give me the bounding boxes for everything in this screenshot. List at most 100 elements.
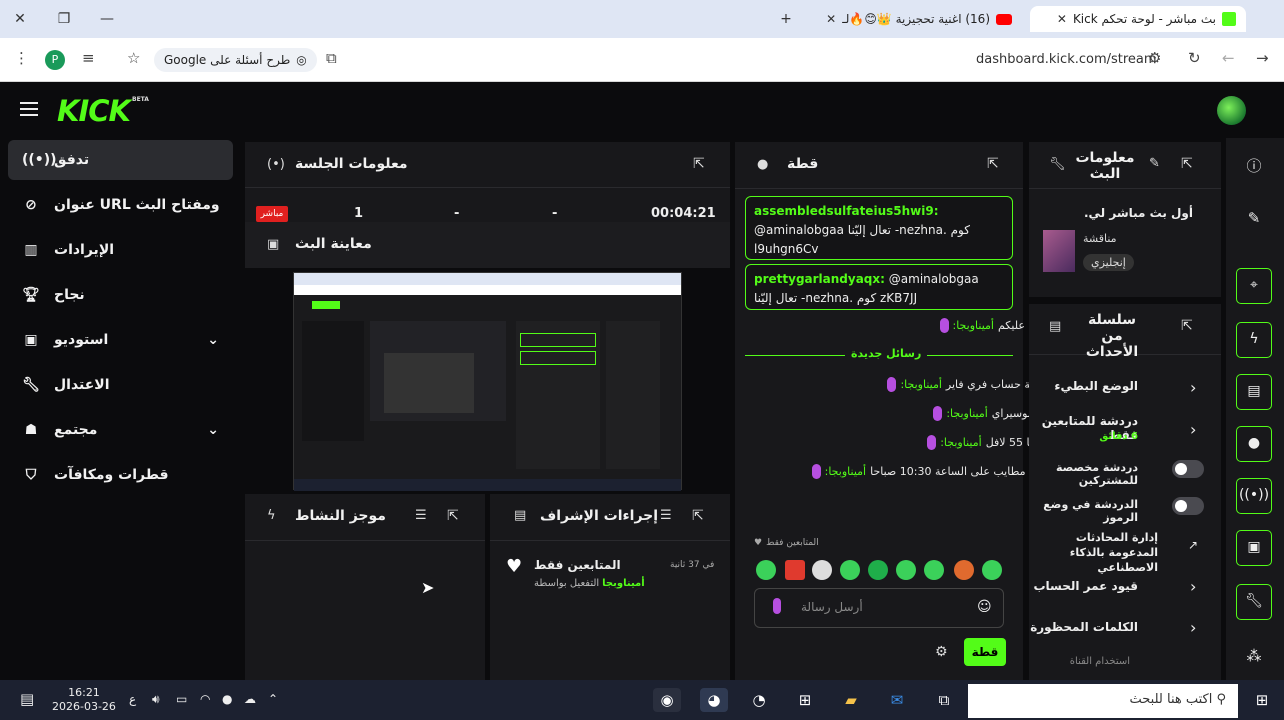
menu-dots-icon[interactable]: ⋮ — [14, 49, 29, 67]
expand-icon[interactable]: ⇱ — [692, 508, 704, 524]
chrome-icon[interactable]: ◕ — [700, 688, 728, 712]
emote-icon[interactable] — [954, 560, 974, 580]
volume-icon[interactable]: 🔊︎ — [152, 692, 160, 707]
edge-icon[interactable]: ◔ — [745, 688, 773, 712]
chevron-right-icon[interactable]: › — [1190, 378, 1196, 397]
emote-icon[interactable] — [840, 560, 860, 580]
onedrive-icon[interactable]: ☁ — [244, 692, 256, 706]
sidebar-item-stream-key[interactable]: ⊘ عنوان URL ومفتاح البث — [8, 185, 233, 225]
reading-list-icon[interactable]: ≡ — [82, 49, 95, 67]
event-row-slow-mode[interactable]: الوضع البطيء — [1030, 379, 1138, 393]
battery-icon[interactable]: ▭ — [176, 692, 187, 706]
site-settings-icon[interactable]: ⚙ — [1148, 49, 1161, 67]
edit-pencil-icon[interactable]: ✎ — [1236, 202, 1272, 234]
community-icon[interactable]: ⁂ — [1236, 640, 1272, 672]
rail-document-icon[interactable]: ▤ — [1236, 374, 1272, 410]
chat-username[interactable]: أميناوبجا: — [953, 319, 994, 332]
chat-username[interactable]: assembledsulfateius5hwi9: — [754, 204, 939, 218]
event-row-ai-moderation[interactable]: إدارة المحادثات المدعومة بالذكاء الاصطنا… — [1030, 530, 1158, 575]
task-view-icon[interactable]: ⧉ — [930, 688, 958, 712]
rail-broadcast-icon[interactable]: ((•)) — [1236, 478, 1272, 514]
rail-video-icon[interactable]: ▣ — [1236, 530, 1272, 566]
expand-icon[interactable]: ⇱ — [987, 156, 999, 172]
sidebar-item-drops[interactable]: ⛉ قطرات ومكافآت — [8, 455, 233, 495]
tab-kick-dashboard[interactable]: بث مباشر - لوحة تحكم Kick ✕ — [1030, 6, 1246, 32]
rail-lightning-icon[interactable]: ϟ — [1236, 322, 1272, 358]
new-tab-button[interactable]: + — [774, 8, 798, 30]
expand-icon[interactable]: ⇱ — [1181, 318, 1193, 334]
bookmark-star-icon[interactable]: ☆ — [127, 49, 140, 67]
chevron-right-icon[interactable]: › — [1190, 618, 1196, 637]
reload-icon[interactable]: ↻ — [1188, 49, 1201, 67]
profile-avatar[interactable]: P — [45, 50, 65, 70]
rail-wrench-icon[interactable]: 🔧︎ — [1236, 584, 1272, 620]
hamburger-menu-icon[interactable] — [20, 102, 38, 116]
category-thumbnail[interactable] — [1043, 230, 1075, 272]
chat-username[interactable]: أميناوبجا: — [825, 465, 866, 478]
emote-icon[interactable] — [785, 560, 805, 580]
kick-logo[interactable]: KICK — [57, 94, 131, 128]
close-window-icon[interactable]: ✕ — [8, 8, 32, 30]
minimize-window-icon[interactable]: — — [95, 8, 119, 30]
rail-chat-icon[interactable]: ● — [1236, 426, 1272, 462]
tab-youtube[interactable]: (16) اغنية تحجيزية 👑😊🔥لـ ✕ — [806, 6, 1022, 32]
taskbar-search-input[interactable]: ⚲ اكتب هنا للبحث — [968, 684, 1238, 718]
emote-icon[interactable] — [868, 560, 888, 580]
sidebar-item-moderation[interactable]: 🔧︎ الاعتدال — [8, 365, 233, 405]
category-name[interactable]: مناقشة — [1083, 232, 1117, 245]
expand-icon[interactable]: ⇱ — [447, 508, 459, 524]
input-language[interactable]: ع — [129, 692, 136, 706]
send-chat-button[interactable]: قطة — [964, 638, 1006, 666]
outlook-icon[interactable]: ✉ — [883, 688, 911, 712]
url-text[interactable]: dashboard.kick.com/stream — [976, 52, 1157, 67]
edit-pencil-icon[interactable]: ✎ — [1149, 156, 1160, 171]
sidebar-item-stream[interactable]: ((•)) تدفق — [8, 140, 233, 180]
chevron-right-icon[interactable]: › — [1190, 577, 1196, 596]
close-tab-icon[interactable]: ✕ — [826, 12, 836, 26]
rail-screenshot-icon[interactable]: ⌖ — [1236, 268, 1272, 304]
file-explorer-icon[interactable]: ▰ — [837, 688, 865, 712]
stream-preview-video[interactable] — [293, 272, 682, 491]
filter-icon[interactable]: ☰ — [415, 508, 427, 523]
emote-icon[interactable] — [982, 560, 1002, 580]
chat-username[interactable]: أميناوبجا: — [900, 378, 941, 391]
emote-icon[interactable] — [896, 560, 916, 580]
filter-icon[interactable]: ☰ — [660, 508, 672, 523]
forward-icon[interactable]: ← — [1222, 49, 1235, 67]
chat-username[interactable]: أميناوبجا: — [946, 407, 987, 420]
notification-icon[interactable]: ▤ — [20, 690, 34, 708]
chat-username[interactable]: prettygarlandyaqx: — [754, 272, 885, 286]
chat-input[interactable]: ☺ أرسل رسالة — [754, 588, 1004, 628]
expand-icon[interactable]: ⇱ — [1181, 156, 1193, 172]
emoji-icon[interactable]: ☺ — [977, 599, 992, 615]
obs-icon[interactable]: ◉ — [653, 688, 681, 712]
restore-window-icon[interactable]: ❐ — [52, 8, 76, 30]
subscribers-only-toggle[interactable] — [1172, 460, 1204, 478]
sidebar-item-revenue[interactable]: ▥ الإيرادات — [8, 230, 233, 270]
google-ask-chip[interactable]: ◎ طرح أسئلة على Google — [154, 48, 317, 72]
event-row-account-age[interactable]: قيود عمر الحساب — [1030, 579, 1138, 593]
emote-mode-toggle[interactable] — [1172, 497, 1204, 515]
external-link-icon[interactable]: ↗ — [1188, 538, 1198, 552]
sidebar-item-achievements[interactable]: 🏆︎ نجاح — [8, 275, 233, 315]
emote-icon[interactable] — [756, 560, 776, 580]
chat-username[interactable]: أميناوبجا: — [940, 436, 981, 449]
expand-icon[interactable]: ⇱ — [693, 156, 705, 172]
show-hidden-icons[interactable]: ⌃ — [268, 692, 278, 706]
event-row-banned-words[interactable]: الكلمات المحظورة — [1030, 620, 1138, 634]
sidebar-item-community[interactable]: ☗ مجتمع ⌄ — [8, 410, 233, 450]
chat-settings-icon[interactable]: ⚙ — [935, 644, 948, 660]
clock[interactable]: 16:21 2026-03-26 — [52, 686, 116, 714]
microphone-icon[interactable]: ● — [222, 692, 232, 706]
windows-start-icon[interactable]: ⊞ — [1248, 688, 1276, 712]
emote-icon[interactable] — [812, 560, 832, 580]
chevron-right-icon[interactable]: › — [1190, 420, 1196, 439]
emote-icon[interactable] — [924, 560, 944, 580]
wifi-icon[interactable]: ◠ — [200, 692, 210, 706]
translate-icon[interactable]: ⧉ — [326, 49, 337, 67]
store-icon[interactable]: ⊞ — [791, 688, 819, 712]
info-icon[interactable]: ⓘ — [1236, 150, 1272, 182]
user-avatar[interactable] — [1217, 96, 1246, 125]
close-tab-icon[interactable]: ✕ — [1057, 12, 1067, 26]
back-icon[interactable]: → — [1256, 49, 1269, 67]
